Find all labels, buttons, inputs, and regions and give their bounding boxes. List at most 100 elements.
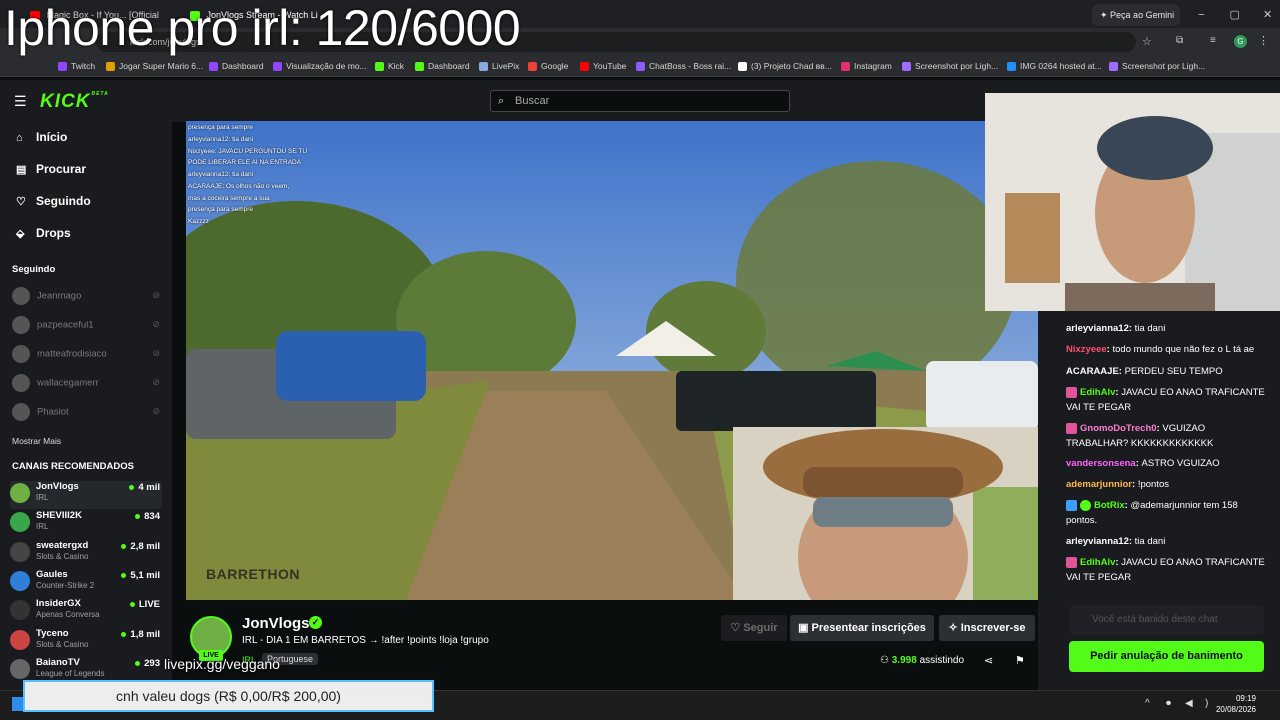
bookmark[interactable]: Jogar Super Mario 6... bbox=[106, 59, 203, 73]
search-input[interactable]: ⌕ Buscar bbox=[490, 90, 790, 112]
bookmark[interactable]: Screenshot por Ligh... bbox=[1109, 59, 1205, 73]
following-item[interactable]: matteafrodisiaco ⊘ bbox=[12, 345, 162, 365]
sub-badge-icon bbox=[1066, 422, 1077, 434]
overlay-chat-line: ACARAAJE: Os olhos não o veem, bbox=[188, 183, 290, 190]
overlay-chat-line: Nixzyeee: JAVACU PERGUNTOU SE TU bbox=[188, 148, 308, 155]
bookmark[interactable]: YouTube bbox=[580, 59, 626, 73]
request-unban-button[interactable]: Pedir anulação de banimento bbox=[1069, 641, 1264, 672]
channel-name[interactable]: JonVlogs bbox=[242, 615, 310, 632]
chat-message: ademarjunnior: !pontos bbox=[1066, 479, 1169, 490]
kick-logo[interactable]: KICKBETA bbox=[40, 91, 109, 113]
hamburger-icon[interactable]: ☰ bbox=[14, 93, 27, 110]
bookmark-icon bbox=[479, 62, 488, 72]
nav-drops[interactable]: ⬙ Drops bbox=[16, 226, 71, 240]
facecam bbox=[985, 93, 1280, 311]
share-icon[interactable]: ⋖ bbox=[984, 654, 993, 667]
nav-browse[interactable]: ▤ Procurar bbox=[16, 162, 86, 176]
star-icon[interactable]: ☆ bbox=[1142, 35, 1152, 48]
chat-message: EdihAlv: JAVACU EO ANAO TRAFICANTE VAI T… bbox=[1066, 386, 1265, 413]
mic-icon[interactable]: ⏺ bbox=[1166, 698, 1171, 709]
sub-badge-icon bbox=[1066, 556, 1077, 568]
recommended-header: CANAIS RECOMENDADOS bbox=[12, 461, 134, 472]
bookmarks-bar: Twitch Jogar Super Mario 6... Dashboard … bbox=[0, 56, 1280, 77]
bookmark[interactable]: Visualização de mo... bbox=[273, 59, 367, 73]
following-header: Seguindo bbox=[12, 264, 56, 275]
bookmark[interactable]: Twitch bbox=[58, 59, 95, 73]
bookmark[interactable]: Instagram bbox=[841, 59, 892, 73]
speaker-icon[interactable]: ◀ bbox=[1185, 698, 1193, 709]
following-item[interactable]: Phasiot ⊘ bbox=[12, 403, 162, 423]
window-controls[interactable]: − ▢ ✕ bbox=[1198, 4, 1278, 26]
nav-following[interactable]: ♡ Seguindo bbox=[16, 194, 91, 208]
bookmark-icon bbox=[738, 62, 747, 72]
bookmark-icon bbox=[415, 62, 424, 72]
livepix-overlay: livepix.gg/veggano bbox=[164, 656, 280, 672]
subscribe-button[interactable]: ✧ Inscrever-se bbox=[939, 615, 1035, 641]
avatar bbox=[12, 403, 30, 421]
bookmark[interactable]: Dashboard bbox=[415, 59, 470, 73]
bookmark[interactable]: Google bbox=[528, 59, 568, 73]
offline-icon: ⊘ bbox=[152, 406, 160, 416]
chat-message: GnomoDoTrech0: VGUIZAO TRABALHAR? KKKKKK… bbox=[1066, 422, 1214, 449]
avatar bbox=[10, 659, 30, 679]
minimize-icon[interactable]: − bbox=[1198, 9, 1204, 21]
nav-home[interactable]: ⌂ Início bbox=[16, 130, 67, 144]
bookmark[interactable]: (3) Projeto Chad вв... bbox=[738, 59, 832, 73]
chat-message: arleyvianna12: tia dani bbox=[1066, 323, 1166, 334]
volume-icon[interactable]: ) bbox=[1205, 698, 1208, 709]
drops-icon: ⬙ bbox=[16, 228, 25, 240]
following-item[interactable]: pazpeaceful1 ⊘ bbox=[12, 316, 162, 336]
report-icon[interactable]: ⚑ bbox=[1015, 654, 1025, 667]
maximize-icon[interactable]: ▢ bbox=[1230, 9, 1240, 21]
bookmark[interactable]: IMG 0264 hosted at... bbox=[1007, 59, 1102, 73]
recommended-channel[interactable]: Tyceno Slots & Casino 1,8 mil bbox=[10, 628, 162, 656]
bookmark-icon bbox=[273, 62, 282, 72]
overlay-chat-line: presença para sempre bbox=[188, 206, 254, 213]
chat-input[interactable]: Você está banido deste chat bbox=[1070, 605, 1264, 635]
chat-message: BotRix: @ademarjunnior tem 158 pontos. bbox=[1066, 499, 1238, 526]
recommended-channel[interactable]: SHEVIII2K IRL 834 bbox=[10, 510, 162, 538]
bookmark[interactable]: LivePix bbox=[479, 59, 519, 73]
chat-message: EdihAlv: JAVACU EO ANAO TRAFICANTE VAI T… bbox=[1066, 556, 1265, 583]
avatar bbox=[10, 512, 30, 532]
bookmark-icon bbox=[58, 62, 67, 72]
menu-icon[interactable]: ⋮ bbox=[1258, 34, 1269, 47]
bookmark-icon bbox=[1109, 62, 1118, 72]
recommended-channel[interactable]: sweatergxd Slots & Casino 2,8 mil bbox=[10, 540, 162, 568]
stream-overlay-title: Iphone pro irl: 120/6000 bbox=[4, 0, 521, 56]
bookmark[interactable]: Kick bbox=[375, 59, 404, 73]
following-item[interactable]: wallacegamerr ⊘ bbox=[12, 374, 162, 394]
overlay-chat-line: arleyvianna12: tia dani bbox=[188, 136, 254, 143]
profile-avatar[interactable]: G bbox=[1234, 35, 1247, 48]
bookmark[interactable]: Dashboard bbox=[209, 59, 264, 73]
bookmark-icon bbox=[528, 62, 537, 72]
close-icon[interactable]: ✕ bbox=[1263, 9, 1272, 21]
chat-message: ACARAAJE: PERDEU SEU TEMPO bbox=[1066, 366, 1223, 377]
avatar bbox=[12, 345, 30, 363]
bookmark[interactable]: ChatBoss - Boss rai... bbox=[636, 59, 731, 73]
recommended-channel[interactable]: Gaules Counter-Strike 2 5,1 mil bbox=[10, 569, 162, 597]
bookmark-icon bbox=[106, 62, 115, 72]
follow-button[interactable]: ♡ Seguir bbox=[721, 615, 787, 641]
bookmark-icon bbox=[580, 62, 589, 72]
extensions-icon[interactable]: ⧉ bbox=[1176, 35, 1183, 46]
recommended-channel[interactable]: JonVlogs IRL 4 mil bbox=[10, 481, 162, 509]
show-more-link[interactable]: Mostrar Mais bbox=[12, 436, 61, 446]
avatar bbox=[12, 287, 30, 305]
gemini-button[interactable]: ✦ Peça ao Gemini bbox=[1092, 4, 1180, 26]
avatar bbox=[12, 316, 30, 334]
pip-camera bbox=[733, 427, 1038, 600]
bookmark-icon bbox=[1007, 62, 1016, 72]
sparkle-icon: ✦ bbox=[1100, 10, 1111, 20]
recommended-channel[interactable]: InsiderGX Apenas Conversa LIVE bbox=[10, 598, 162, 626]
chevron-up-icon[interactable]: ^ bbox=[1145, 698, 1150, 709]
gift-subs-button[interactable]: ▣ Presentear inscrições bbox=[790, 615, 934, 641]
following-item[interactable]: Jeanmago ⊘ bbox=[12, 287, 162, 307]
bookmark[interactable]: Screenshot por Ligh... bbox=[902, 59, 998, 73]
sub-badge-icon bbox=[1066, 386, 1077, 398]
verified-icon: ✓ bbox=[309, 616, 322, 629]
media-icon[interactable]: ≡ bbox=[1210, 35, 1216, 46]
star-icon: ✧ bbox=[948, 622, 961, 634]
system-clock[interactable]: 09:19 20/08/2026 bbox=[1216, 693, 1256, 715]
offline-icon: ⊘ bbox=[152, 290, 160, 300]
